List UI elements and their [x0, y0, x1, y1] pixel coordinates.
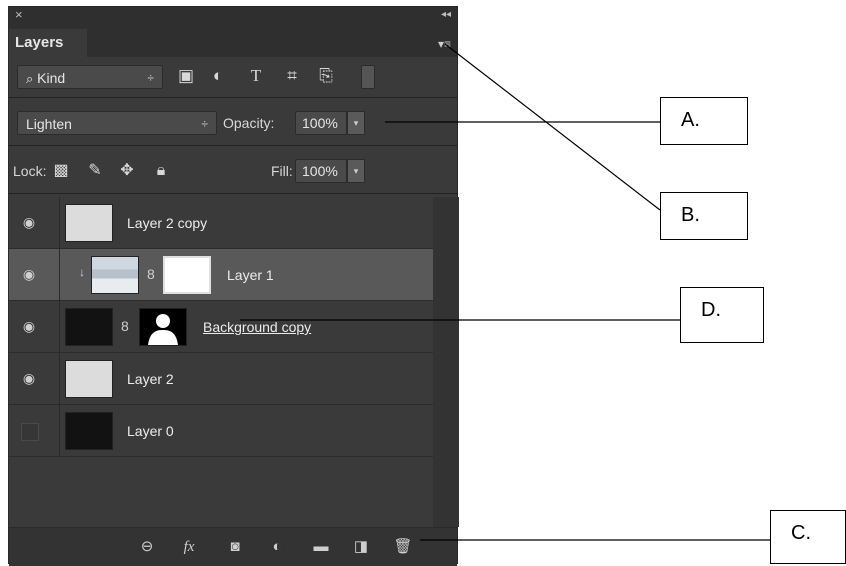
callout-d: D. [680, 287, 764, 343]
leader-line-b [444, 43, 661, 211]
callout-a: A. [660, 97, 748, 145]
callout-b: B. [660, 192, 748, 240]
callout-c: C. [770, 510, 846, 564]
callout-leader-lines [240, 43, 770, 541]
